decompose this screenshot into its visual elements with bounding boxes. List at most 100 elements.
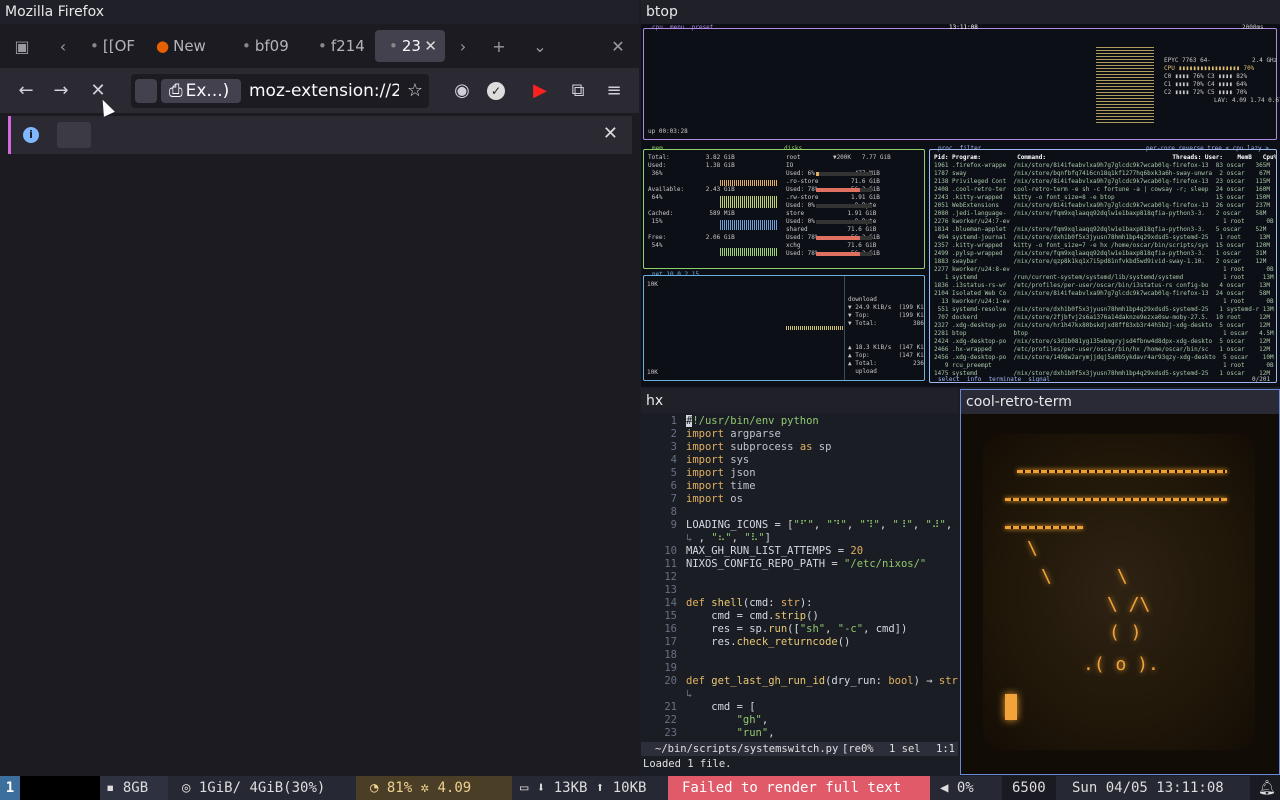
mem-line: Free: 2.06 GiB: [648, 234, 735, 241]
proc-line: 1814 .blueman-applet /nix/store/fqm9xqla…: [934, 226, 1276, 233]
notification-button[interactable]: [57, 122, 91, 148]
editor-mode: [re0%: [842, 743, 874, 755]
disk-line: IO: [786, 162, 794, 169]
tab-1[interactable]: • [[OF: [76, 30, 136, 62]
back-icon[interactable]: ←: [14, 79, 38, 103]
code-line[interactable]: 3 import subprocess as sp: [641, 441, 958, 454]
btop-title: btop: [641, 0, 1280, 24]
btop-refresh-rate[interactable]: 2000ms: [1242, 24, 1264, 32]
code-line[interactable]: 19: [641, 662, 958, 675]
extension-v-icon[interactable]: ✓: [487, 82, 505, 100]
tab-3[interactable]: • bf09: [228, 30, 290, 62]
code-line[interactable]: 12: [641, 571, 958, 584]
code-line[interactable]: ↳: [641, 688, 958, 701]
cpu-row-core: C0 ▮▮▮▮ 76% C3 ▮▮▮▮ 82%: [1164, 73, 1248, 80]
disk-usage-bar: [816, 252, 872, 256]
close-window-icon[interactable]: ✕: [607, 36, 629, 58]
firefox-view-icon[interactable]: ▣: [11, 36, 33, 58]
new-tab-icon[interactable]: +: [488, 36, 510, 58]
code-line[interactable]: 22 "gh",: [641, 714, 958, 727]
site-info-icon[interactable]: [135, 79, 157, 103]
code-line[interactable]: 13: [641, 584, 958, 597]
list-tabs-icon[interactable]: ⌄: [529, 36, 551, 58]
proc-options[interactable]: per-core reverse tree < cpu lazy >: [1146, 145, 1269, 153]
code-line[interactable]: 2 import argparse: [641, 428, 958, 441]
youtube-extension-icon[interactable]: ▶: [528, 79, 552, 103]
proc-line: 2277 kworker/u24:8-ev 1 root 0B 0.0: [934, 266, 1276, 273]
account-icon[interactable]: ◉: [450, 79, 474, 103]
code-line[interactable]: 9 LOADING_ICONS = ["⠋", "⠙", "⠹", "⠸", "⠼…: [641, 519, 958, 532]
proc-list: 1961 .firefox-wrappe /nix/store/8i4ifeab…: [934, 162, 1276, 378]
memory-block: ◎ 1GiB/ 4GiB(30%): [168, 776, 356, 800]
notification-bar: i ✕: [8, 116, 632, 154]
proc-line: 9 rcu_preempt 1 root 0B 0.0: [934, 362, 1276, 369]
code-line[interactable]: 8: [641, 506, 958, 519]
code-line[interactable]: 1 #!/usr/bin/env python: [641, 415, 958, 428]
url-text[interactable]: moz-extension://2: [249, 79, 399, 103]
cursor-position: 1:1: [936, 743, 955, 755]
bookmark-star-icon[interactable]: ☆: [407, 80, 423, 101]
crt-screen[interactable]: \ \ \ \ /\ ( ) .( o ).: [983, 434, 1255, 750]
notification-bell-icon[interactable]: 🔔︎: [1250, 776, 1280, 800]
firefox-logo-icon: ●: [156, 37, 170, 55]
disk-stats: root ▼200K 7.77 GiBIOUsed: 6% 477 MiB.ro…: [786, 154, 922, 258]
scroll-tabs-left-icon[interactable]: ‹: [52, 36, 74, 58]
code-line[interactable]: 10 MAX_GH_RUN_LIST_ATTEMPS = 20: [641, 545, 958, 558]
cowsay-line: .( o ).: [1083, 654, 1159, 675]
code-line[interactable]: 17 res.check_returncode(): [641, 636, 958, 649]
code-line[interactable]: 7 import os: [641, 493, 958, 506]
hx-title: hx: [641, 389, 958, 413]
code-line[interactable]: 6 import time: [641, 480, 958, 493]
workspace-1[interactable]: 1: [0, 776, 20, 800]
code-line[interactable]: 5 import json: [641, 467, 958, 480]
code-line[interactable]: 23 "run",: [641, 727, 958, 740]
mem-avail-graph: [720, 196, 778, 208]
code-line[interactable]: 16 res = sp.run(["sh", "-c", cmd]): [641, 623, 958, 636]
net-line: upload: [848, 368, 877, 375]
net-panel: net 10.0.2.15 10K 10K download ▼ 24.9 KiB…: [643, 271, 925, 381]
cpu-panel-header[interactable]: cpu menu preset: [652, 24, 713, 32]
code-line[interactable]: 14 def shell(cmd: str):: [641, 597, 958, 610]
code-line[interactable]: 21 cmd = [: [641, 701, 958, 714]
code-line[interactable]: 15 cmd = cmd.strip(): [641, 610, 958, 623]
disk-panel-header[interactable]: disks: [784, 145, 802, 153]
menu-hamburger-icon[interactable]: ≡: [602, 79, 626, 103]
cpu-model: EPYC 7763 64-: [1164, 57, 1211, 64]
volume-block[interactable]: ◀ 0%: [930, 776, 1002, 800]
disk-usage-bar: [816, 204, 872, 208]
identity-box[interactable]: ⎙ Ex...): [161, 79, 241, 103]
code-editor[interactable]: 1 #!/usr/bin/env python 2 import argparse 3 i…: [641, 415, 958, 739]
code-line[interactable]: 18: [641, 649, 958, 662]
forward-icon[interactable]: →: [49, 79, 73, 103]
hx-statusline: ~/bin/scripts/systemswitch.py [re0% 1 sel 1…: [641, 742, 958, 756]
hx-window: hx 1 #!/usr/bin/env python 2 import argpars…: [641, 389, 958, 775]
code-line[interactable]: 11 NIXOS_CONFIG_REPO_PATH = "/etc/nixos/": [641, 558, 958, 571]
proc-line: 494 systemd-journal /nix/store/dxh1b0f5x…: [934, 234, 1276, 241]
net-line: [848, 328, 924, 336]
extensions-puzzle-icon[interactable]: ⧉: [566, 79, 590, 103]
code-line[interactable]: 4 import sys: [641, 454, 958, 467]
code-line[interactable]: ↳ , "⠦", "⠧"]: [641, 532, 958, 545]
close-notification-icon[interactable]: ✕: [603, 123, 618, 144]
close-tab-icon[interactable]: ✕: [424, 30, 437, 62]
tab-2[interactable]: ● New: [142, 30, 212, 62]
mem-cached-graph: [720, 220, 778, 230]
firefox-title: Mozilla Firefox: [0, 0, 639, 24]
net-block: ▭ ⬇ 13KB ⬆ 10KB: [512, 776, 668, 800]
mem-line: Cached: 589 MiB: [648, 210, 735, 217]
proc-line: 1787 sway /nix/store/bqnfbfq7416cn18q1kf…: [934, 170, 1276, 177]
tab-strip: ▣ ‹ • [[OF ● New • bf09 • f214 • 23 ✕ › + ⌄ ✕: [0, 24, 639, 69]
mem-panel-header[interactable]: mem: [652, 145, 663, 153]
proc-panel-header[interactable]: proc filter: [938, 145, 981, 153]
code-line[interactable]: 20 def get_last_gh_run_id(dry_run: bool) …: [641, 675, 958, 688]
net-scale-top: 10K: [647, 281, 658, 288]
cowsay-line: \ /\: [1107, 594, 1151, 615]
tab-4[interactable]: • f214: [304, 30, 366, 62]
scroll-tabs-right-icon[interactable]: ›: [452, 36, 474, 58]
hx-message: Loaded 1 file.: [643, 758, 732, 770]
status-bar: 1 ▪ 8GB ◎ 1GiB/ 4GiB(30%) ◔ 81% ✲ 4.09 ▭…: [0, 776, 1280, 800]
proc-footer[interactable]: select info terminate signal: [938, 376, 1050, 384]
tab-5-selected[interactable]: • 23 ✕: [375, 30, 445, 62]
proc-line: 2327 .xdg-desktop-po /nix/store/hr1h47kx…: [934, 322, 1276, 329]
url-bar[interactable]: ⎙ Ex...) moz-extension://2 ☆: [131, 74, 429, 108]
